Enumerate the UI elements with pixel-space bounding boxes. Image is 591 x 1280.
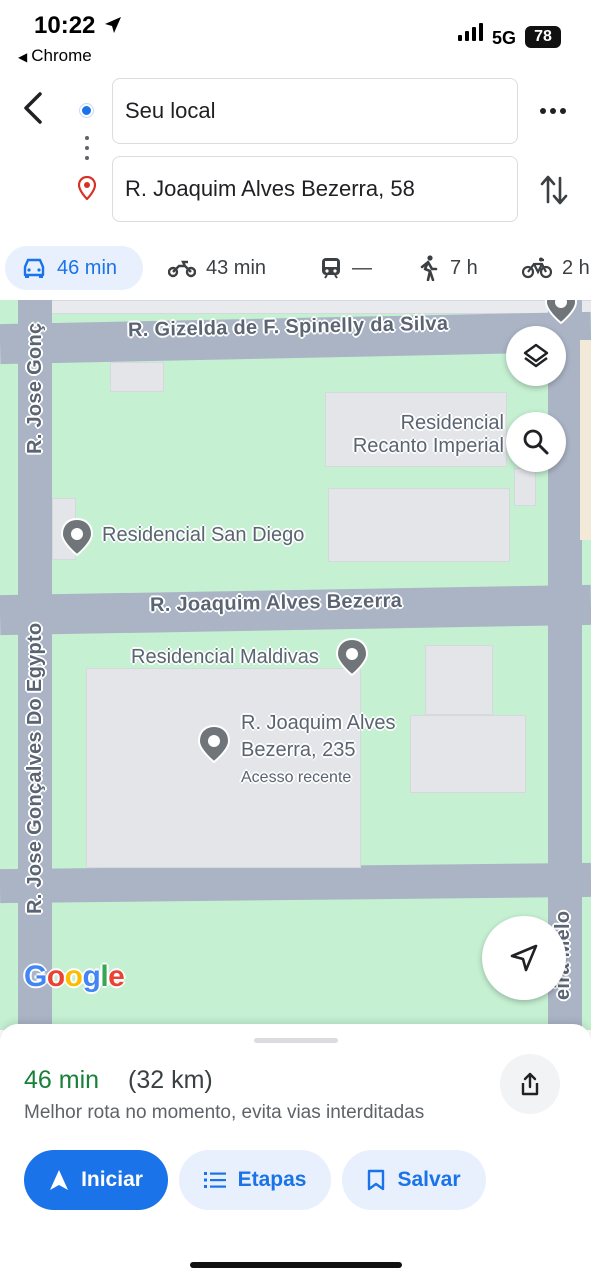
place-label-joaquim-235: R. Joaquim Alves Bezerra, 235 Acesso rec… <box>241 710 396 791</box>
google-logo: Google <box>24 960 125 993</box>
mode-bike-time: 2 h <box>562 256 590 279</box>
transit-icon <box>322 258 340 279</box>
destination-field[interactable]: R. Joaquim Alves Bezerra, 58 <box>112 156 518 222</box>
save-button[interactable]: Salvar <box>342 1150 486 1210</box>
mode-transit-time: — <box>352 256 372 279</box>
place-label-san-diego: Residencial San Diego <box>102 524 305 546</box>
map-road <box>0 862 591 904</box>
mode-transit[interactable]: — <box>320 246 372 290</box>
place-pin-san-diego[interactable] <box>60 518 94 556</box>
status-time: 10:22 <box>34 12 96 39</box>
motorcycle-icon <box>168 260 196 278</box>
mode-car[interactable]: 46 min <box>5 246 143 290</box>
list-icon <box>203 1172 226 1188</box>
signal-icon <box>458 23 483 41</box>
map-building <box>514 468 536 506</box>
street-label-jose-top: R. Jose Gonç <box>24 322 46 454</box>
mode-motorcycle[interactable]: 43 min <box>168 246 266 290</box>
share-button[interactable] <box>500 1054 560 1114</box>
map-building <box>410 715 526 793</box>
destination-pin-icon <box>78 176 96 200</box>
route-distance: (32 km) <box>128 1066 213 1094</box>
layers-icon <box>523 343 549 368</box>
search-map-button[interactable] <box>506 412 566 472</box>
route-eta: 46 min <box>24 1066 100 1094</box>
route-summary-sheet[interactable]: 46 min (32 km) Melhor rota no momento, e… <box>0 1024 591 1280</box>
steps-button[interactable]: Etapas <box>179 1150 331 1210</box>
more-options-icon[interactable] <box>538 96 568 126</box>
mode-bike[interactable]: 2 h <box>522 246 590 290</box>
bookmark-icon <box>368 1169 385 1191</box>
mode-car-time: 46 min <box>57 256 118 279</box>
sheet-drag-handle[interactable] <box>254 1038 338 1043</box>
back-app-label: Chrome <box>31 46 92 65</box>
walk-icon <box>420 255 438 281</box>
map-building <box>110 362 164 392</box>
street-label-jose-main: R. Jose Gonçalves Do Egypto <box>24 622 46 914</box>
navigation-start-icon <box>50 1170 69 1190</box>
map-building <box>40 300 591 314</box>
place-label-recanto: Residencial Recanto Imperial <box>352 412 504 457</box>
car-icon <box>23 258 45 278</box>
navigation-arrow-icon <box>510 944 538 972</box>
place-pin-maldivas[interactable] <box>335 638 369 676</box>
map-building <box>328 488 510 562</box>
status-bar: 10:22 ◀ Chrome 5G 78 <box>0 0 591 74</box>
location-arrow-icon <box>105 17 121 33</box>
layers-button[interactable] <box>506 326 566 386</box>
share-icon <box>521 1072 539 1096</box>
network-type: 5G <box>492 28 517 48</box>
origin-dot-icon <box>80 104 93 117</box>
map-building <box>425 645 493 715</box>
mode-motorcycle-time: 43 min <box>206 256 267 279</box>
origin-field[interactable]: Seu local <box>112 78 518 144</box>
search-icon <box>523 429 549 455</box>
map-sand-area <box>580 340 591 540</box>
route-dots-icon <box>85 136 89 166</box>
swap-icon[interactable] <box>540 172 568 208</box>
street-label-joaquim: R. Joaquim Alves Bezerra <box>149 589 403 617</box>
start-button[interactable]: Iniciar <box>24 1150 168 1210</box>
back-to-app-link[interactable]: ◀ Chrome <box>18 46 92 66</box>
mode-walk-time: 7 h <box>450 256 478 279</box>
place-label-maldivas: Residencial Maldivas <box>131 646 319 668</box>
mode-walk[interactable]: 7 h <box>418 246 478 290</box>
battery-icon: 78 <box>525 26 561 48</box>
recent-access-label: Acesso recente <box>241 769 352 786</box>
recenter-button[interactable] <box>482 916 566 1000</box>
map-view[interactable]: R. Gizelda de F. Spinelly da Silva R. Jo… <box>0 300 591 1030</box>
route-note: Melhor rota no momento, evita vias inter… <box>24 1102 425 1123</box>
travel-modes: 46 min 43 min — 7 h 2 h <box>0 246 591 292</box>
home-indicator[interactable] <box>190 1262 402 1268</box>
back-arrow-icon[interactable] <box>18 90 52 126</box>
map-pin-partial[interactable] <box>544 300 578 324</box>
bike-icon <box>522 257 552 279</box>
place-pin-joaquim-235[interactable] <box>197 725 231 763</box>
